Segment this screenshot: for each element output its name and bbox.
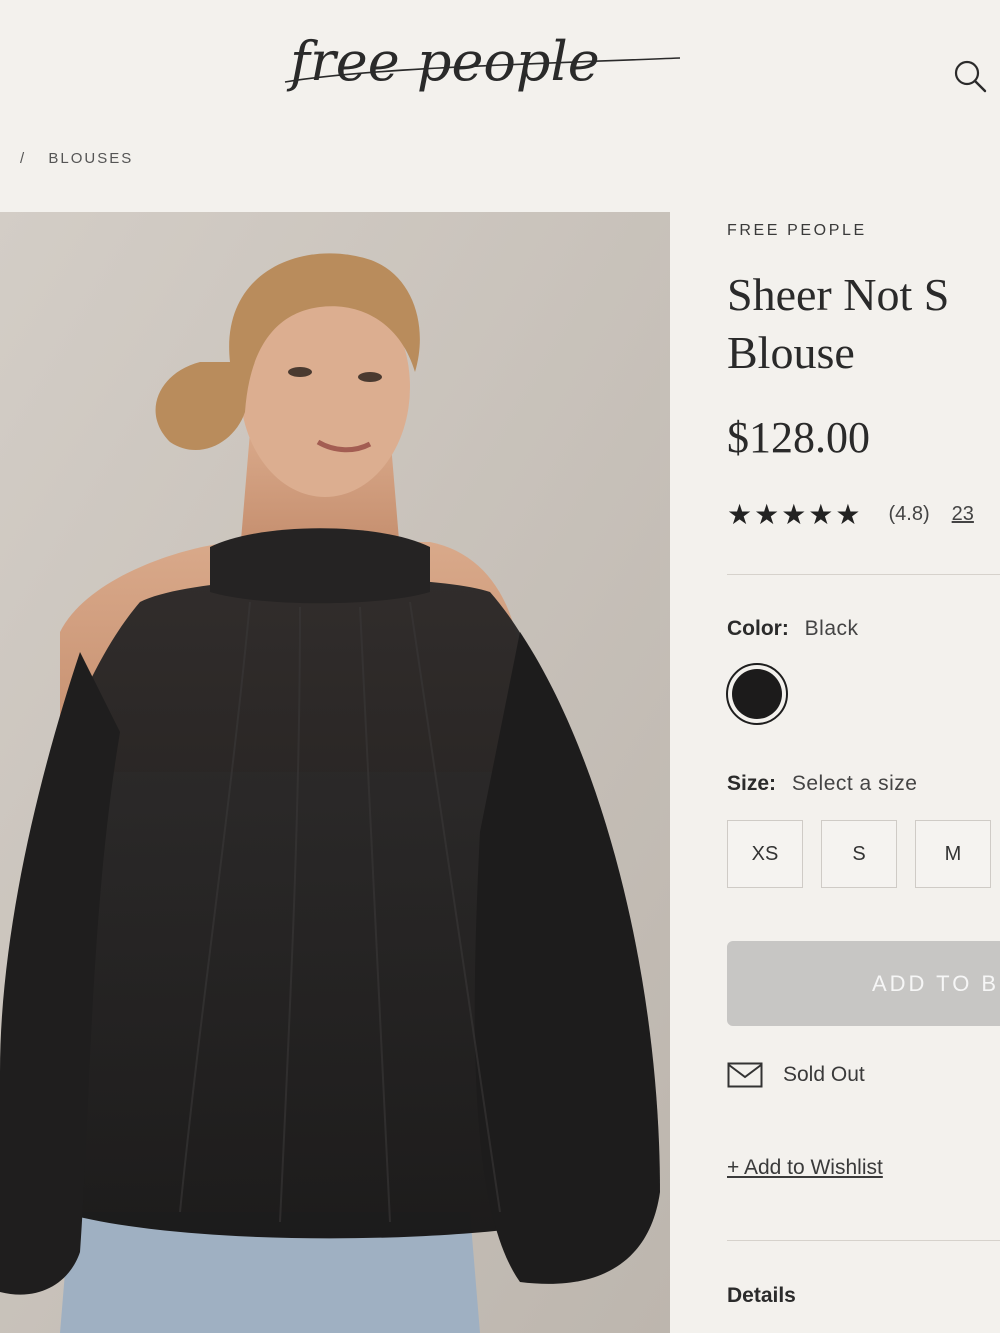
sold-out-notify[interactable]: Sold Out	[727, 1062, 865, 1088]
size-options: XS S M	[727, 820, 1000, 888]
product-title-line2: Blouse	[727, 327, 855, 378]
product-title: Sheer Not S Blouse	[727, 266, 1000, 382]
add-to-bag-button[interactable]: ADD TO B	[727, 941, 1000, 1026]
color-value: Black	[804, 617, 859, 640]
divider	[727, 1240, 1000, 1241]
color-label: Color:	[727, 617, 789, 640]
rating-summary[interactable]: ★★★★★ (4.8) 23	[727, 498, 974, 531]
size-option-xs[interactable]: XS	[727, 820, 803, 888]
brand-name[interactable]: FREE PEOPLE	[727, 222, 867, 240]
mail-icon	[727, 1062, 763, 1088]
size-option-s[interactable]: S	[821, 820, 897, 888]
color-selector-label: Color: Black	[727, 617, 859, 641]
size-selector-label: Size: Select a size	[727, 772, 917, 796]
free-people-logo[interactable]: free people	[280, 18, 690, 118]
review-count-link[interactable]: 23	[952, 503, 974, 526]
model-photo	[0, 212, 670, 1333]
site-header: free people	[0, 0, 1000, 130]
product-image[interactable]	[0, 212, 670, 1333]
size-value: Select a size	[791, 772, 918, 795]
rating-value: (4.8)	[888, 503, 930, 525]
breadcrumb: / BLOUSES	[20, 150, 133, 167]
search-icon	[954, 60, 987, 93]
search-button[interactable]	[950, 56, 990, 96]
sold-out-label: Sold Out	[783, 1063, 865, 1086]
size-label: Size:	[727, 772, 777, 795]
product-title-line1: Sheer Not S	[727, 269, 950, 320]
star-rating-icons: ★★★★★	[727, 498, 863, 531]
divider	[727, 574, 1000, 575]
add-to-wishlist-link[interactable]: + Add to Wishlist	[727, 1156, 883, 1180]
breadcrumb-separator: /	[20, 150, 27, 167]
size-option-m[interactable]: M	[915, 820, 991, 888]
details-accordion[interactable]: Details	[727, 1284, 796, 1308]
logo-text: free people	[286, 30, 600, 93]
breadcrumb-blouses[interactable]: BLOUSES	[48, 150, 133, 167]
product-price: $128.00	[727, 413, 870, 462]
color-swatch-black[interactable]	[726, 663, 788, 725]
